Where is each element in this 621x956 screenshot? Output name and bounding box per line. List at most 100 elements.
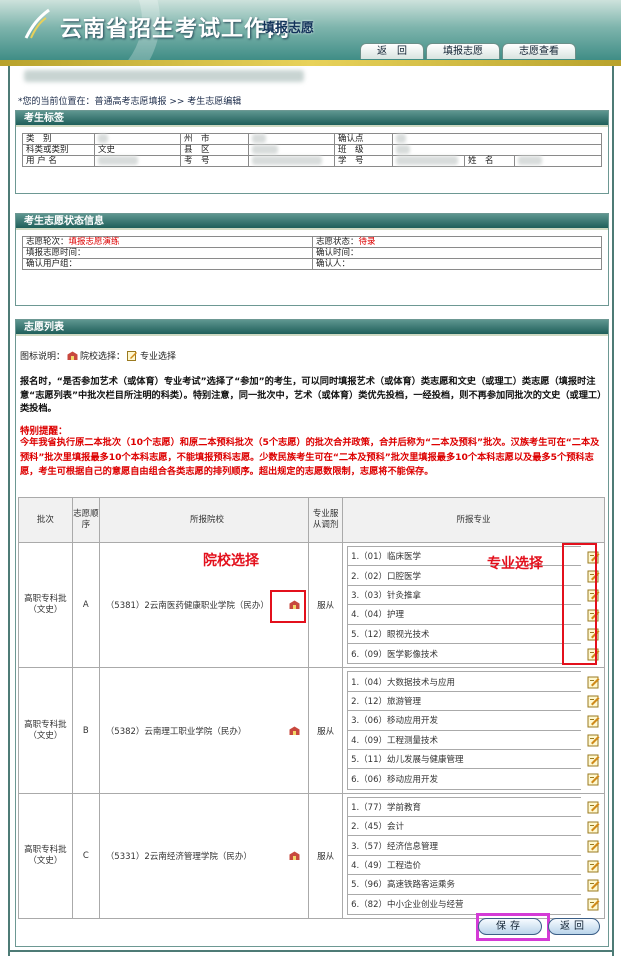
header-majors: 所报专业 [342,497,605,543]
major-select-button[interactable] [587,772,601,786]
major-name: 3.（06）移动应用开发 [351,716,438,727]
site-subtitle: 填报志愿 [262,21,315,36]
major-item: 5.（96）高速铁路客运乘务 [348,875,582,895]
major-item: 4.（49）工程造价 [348,856,582,876]
candidate-table: 类 别 州 市 确认点 科类或类别 文史 县 区 班 级 用 户 名 考 号 学… [22,133,602,167]
major-name: 5.（96）高速铁路客运乘务 [351,880,455,891]
major-name: 2.（02）口腔医学 [351,571,421,582]
major-item: 2.（02）口腔医学 [348,566,582,586]
major-list: 1.（01）临床医学 2.（02）口腔医学 3.（03）针灸推拿 4.（04）护… [347,546,582,665]
header-seq: 志愿顺序 [71,497,100,543]
round-value: 填报志愿演练 [68,237,120,247]
label-class: 班 级 [334,144,393,156]
value-city [248,133,335,145]
major-select-button[interactable] [587,733,601,747]
page: 云南省招生考试工作网 填报志愿 返 回 填报志愿 志愿查看 *您的当前位置在：普… [0,0,621,956]
major-select-button[interactable] [587,859,601,873]
major-item: 2.（45）会计 [348,817,582,837]
school-select-icon[interactable] [289,851,300,861]
nav-fill-tab[interactable]: 填报志愿 [426,43,500,59]
annotation-major-box [562,543,597,665]
major-list: 1.（77）学前教育 2.（45）会计 3.（57）经济信息管理 4.（49）工… [347,796,582,916]
major-item: 4.（09）工程测量技术 [348,731,582,750]
user-info-blurred [24,70,304,82]
seq-cell: B [71,667,100,794]
batch-cell: 高职专科批（文史） [18,667,73,794]
list-panel-title: 志愿列表 [16,320,608,336]
majors-cell: 1.（04）大数据技术与应用 2.（12）旅游管理 3.（06）移动应用开发 4… [342,667,605,794]
major-select-button[interactable] [587,897,601,911]
label-exam-no: 考 号 [180,155,249,167]
round-cell: 志愿轮次：填报志愿演练 [22,236,313,248]
label-name: 姓 名 [464,155,515,167]
value-confirm-point [392,133,602,145]
confirmer-label: 确认人： [312,258,602,270]
major-item: 3.（03）针灸推拿 [348,586,582,606]
major-item: 5.（11）幼儿发展与健康管理 [348,750,582,770]
back-button[interactable]: 返回 [548,918,600,935]
legend-label: 图标说明： [20,352,66,362]
nav-view-tab[interactable]: 志愿查看 [502,43,576,59]
major-select-button[interactable] [587,694,601,708]
major-name: 3.（03）针灸推拿 [351,590,421,601]
legend-school: 院校选择： [80,352,126,362]
school-select-icon [67,351,78,360]
major-select-button[interactable] [587,753,601,767]
major-item: 4.（04）护理 [348,605,582,625]
major-item: 1.（04）大数据技术与应用 [348,672,582,692]
batch-cell: 高职专科批（文史） [18,541,73,669]
school-cell: （5382）云南理工职业学院（民办） [98,667,310,794]
choice-row-c: 高职专科批（文史） C （5331）2云南经济管理学院（民办） 服从 1.（77… [18,792,605,920]
major-select-button[interactable] [587,800,601,814]
seq-cell: A [71,541,100,669]
school-cell: （5331）2云南经济管理学院（民办） [98,792,310,920]
header-adjust: 专业服从调剂 [308,497,344,543]
major-item: 2.（12）旅游管理 [348,692,582,712]
label-city: 州 市 [180,133,249,145]
major-item: 6.（09）医学影像技术 [348,644,581,663]
value-name [514,155,602,167]
confirm-time-label: 确认时间： [312,247,602,259]
choice-row-b: 高职专科批（文史） B （5382）云南理工职业学院（民办） 服从 1.（04）… [18,667,605,794]
seq-cell: C [71,792,100,920]
notice-text: 报名时，“是否参加艺术（或体育）专业考试”选择了“参加”的考生，可以同时填报艺术… [20,376,602,414]
status-table: 志愿轮次：填报志愿演练 志愿状态：待录 填报志愿时间： 确认时间： 确认用户组：… [22,236,602,270]
value-subject: 文史 [94,144,181,156]
major-name: 2.（12）旅游管理 [351,696,421,707]
major-select-button[interactable] [587,878,601,892]
major-item: 1.（77）学前教育 [348,798,582,818]
label-username: 用 户 名 [22,155,95,167]
value-class [392,144,602,156]
nav-back-tab[interactable]: 返 回 [360,43,424,59]
candidate-panel: 考生标签 类 别 州 市 确认点 科类或类别 文史 县 区 班 级 用 户 名 [15,110,609,194]
top-nav: 返 回 填报志愿 志愿查看 [360,40,576,60]
header-batch: 批次 [18,497,73,543]
state-label: 志愿状态： [316,237,359,247]
label-category: 类 别 [22,133,95,145]
action-buttons: 保存 返回 [478,918,600,935]
major-name: 1.（77）学前教育 [351,802,421,813]
major-select-button[interactable] [587,839,601,853]
school-name: （5331）2云南经济管理学院（民办） [105,851,252,862]
label-student-no: 学 号 [334,155,393,167]
major-select-button[interactable] [587,675,601,689]
major-name: 3.（57）经济信息管理 [351,841,438,852]
school-select-icon[interactable] [289,726,300,736]
value-student-no [392,155,465,167]
major-name: 5.（11）幼儿发展与健康管理 [351,755,464,766]
major-name: 5.（12）眼视光技术 [351,629,430,640]
annotation-school-select: 院校选择 [203,553,259,569]
major-name: 2.（45）会计 [351,822,404,833]
header-school: 所报院校 [98,497,310,543]
major-name: 6.（82）中小企业创业与经营 [351,900,464,911]
value-exam-no [248,155,335,167]
icon-legend: 图标说明： 院校选择： 专业选择 [20,349,176,362]
save-button[interactable]: 保存 [478,918,542,935]
major-select-button[interactable] [587,820,601,834]
major-name: 6.（06）移动应用开发 [351,774,438,785]
major-item: 1.（01）临床医学 [348,547,582,567]
major-name: 4.（49）工程造价 [351,861,421,872]
candidate-panel-title: 考生标签 [16,111,608,127]
major-select-button[interactable] [587,714,601,728]
logo-icon [24,8,50,39]
